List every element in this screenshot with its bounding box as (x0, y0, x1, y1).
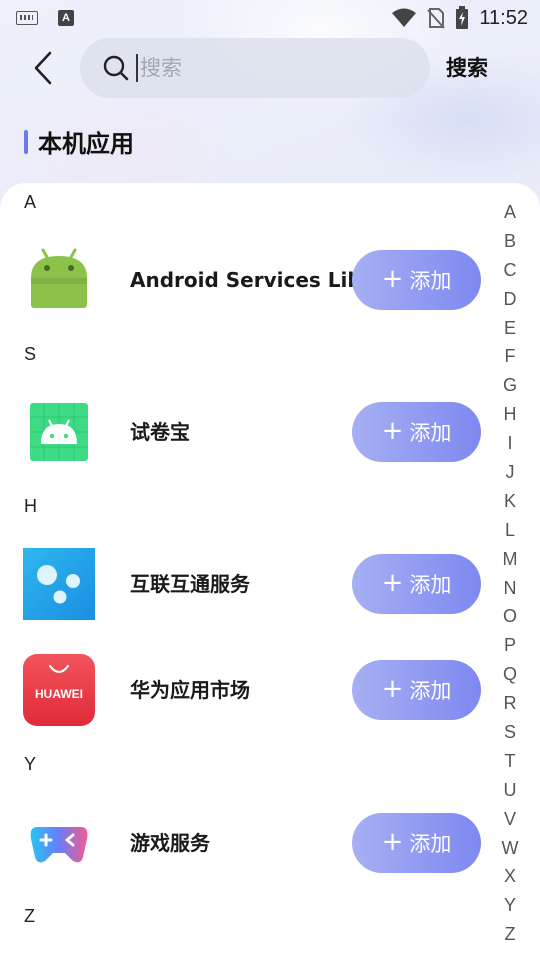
a-notification-icon: A (58, 10, 74, 26)
add-button-label: 添加 (409, 573, 452, 597)
list-item: 互联互通服务 + 添加 (0, 548, 500, 620)
group-letter-y: Y (24, 754, 37, 774)
android-robot-icon (31, 248, 87, 308)
add-button[interactable]: + 添加 (352, 402, 481, 462)
alphabet-index-letter-j[interactable]: J (506, 458, 515, 487)
alphabet-index-letter-h[interactable]: H (504, 400, 517, 429)
alphabet-index-letter-v[interactable]: V (504, 805, 516, 834)
alphabet-index-letter-g[interactable]: G (503, 371, 517, 400)
battery-charging-icon (456, 6, 469, 29)
gamepad-icon (30, 827, 88, 863)
alphabet-index-letter-a[interactable]: A (504, 198, 516, 227)
add-button[interactable]: + 添加 (352, 813, 481, 873)
interconnect-dots-icon (23, 548, 95, 620)
title-accent-bar (24, 129, 28, 154)
section-title-text: 本机应用 (38, 130, 134, 158)
chevron-left-icon (34, 51, 52, 85)
alphabet-index[interactable]: ABCDEFGHIJKLMNOPQRSTUVWXYZ (498, 198, 522, 949)
search-button[interactable]: 搜索 (446, 52, 488, 82)
keyboard-icon (16, 11, 38, 25)
alphabet-index-letter-z[interactable]: Z (505, 920, 516, 949)
alphabet-index-letter-y[interactable]: Y (504, 891, 516, 920)
status-bar: A 11:52 (0, 0, 540, 36)
back-button[interactable] (26, 48, 60, 88)
alphabet-index-letter-n[interactable]: N (504, 574, 517, 603)
huawei-appgallery-icon: HUAWEI (23, 654, 95, 726)
alphabet-index-letter-t[interactable]: T (505, 747, 516, 776)
alphabet-index-letter-q[interactable]: Q (503, 660, 517, 689)
alphabet-index-letter-p[interactable]: P (504, 631, 516, 660)
search-input[interactable] (136, 54, 396, 82)
add-button-label: 添加 (409, 679, 452, 703)
add-button[interactable]: + 添加 (352, 554, 481, 614)
group-letter-s: S (24, 344, 37, 364)
add-button-label: 添加 (409, 832, 452, 856)
search-box[interactable] (80, 38, 430, 98)
alphabet-index-letter-c[interactable]: C (504, 256, 517, 285)
svg-text:HUAWEI: HUAWEI (35, 687, 83, 701)
alphabet-index-letter-s[interactable]: S (504, 718, 516, 747)
app-name: 试卷宝 (130, 420, 190, 444)
alphabet-index-letter-d[interactable]: D (504, 285, 517, 314)
section-title: 本机应用 (24, 124, 134, 159)
alphabet-index-letter-m[interactable]: M (503, 545, 518, 574)
add-button[interactable]: + 添加 (352, 250, 481, 310)
alphabet-index-letter-i[interactable]: I (507, 429, 512, 458)
alphabet-index-letter-b[interactable]: B (504, 227, 516, 256)
search-header: 搜索 (0, 38, 540, 98)
group-letter-a: A (24, 192, 37, 212)
android-green-tile-icon (30, 403, 88, 461)
add-button[interactable]: + 添加 (352, 660, 481, 720)
plus-icon: + (381, 826, 404, 857)
app-name: Android Services Library (130, 268, 354, 292)
app-name: 游戏服务 (130, 831, 210, 855)
list-item: Android Services Library + 添加 (0, 244, 500, 316)
alphabet-index-letter-f[interactable]: F (505, 342, 516, 371)
alphabet-index-letter-l[interactable]: L (505, 516, 515, 545)
alphabet-index-letter-r[interactable]: R (504, 689, 517, 718)
list-item: 试卷宝 + 添加 (0, 396, 500, 468)
plus-icon: + (381, 263, 404, 294)
app-list-card: A Android Services Library + 添加 S (0, 183, 540, 960)
alphabet-index-letter-w[interactable]: W (502, 834, 519, 863)
plus-icon: + (381, 567, 404, 598)
app-name: 互联互通服务 (130, 572, 250, 596)
alphabet-index-letter-k[interactable]: K (504, 487, 516, 516)
plus-icon: + (381, 415, 404, 446)
alphabet-index-letter-x[interactable]: X (504, 862, 516, 891)
list-item: HUAWEI 华为应用市场 + 添加 (0, 654, 500, 726)
status-time: 11:52 (479, 6, 528, 29)
alphabet-index-letter-e[interactable]: E (504, 314, 516, 343)
search-icon (103, 55, 129, 81)
group-letter-z: Z (24, 906, 35, 926)
add-button-label: 添加 (409, 421, 452, 445)
app-name: 华为应用市场 (130, 678, 250, 702)
wifi-icon (392, 8, 417, 27)
plus-icon: + (381, 673, 404, 704)
group-letter-h: H (24, 496, 37, 516)
alphabet-index-letter-u[interactable]: U (504, 776, 517, 805)
no-sim-icon (427, 8, 446, 29)
list-item: 游戏服务 + 添加 (0, 807, 500, 879)
alphabet-index-letter-o[interactable]: O (503, 602, 517, 631)
add-button-label: 添加 (409, 269, 452, 293)
